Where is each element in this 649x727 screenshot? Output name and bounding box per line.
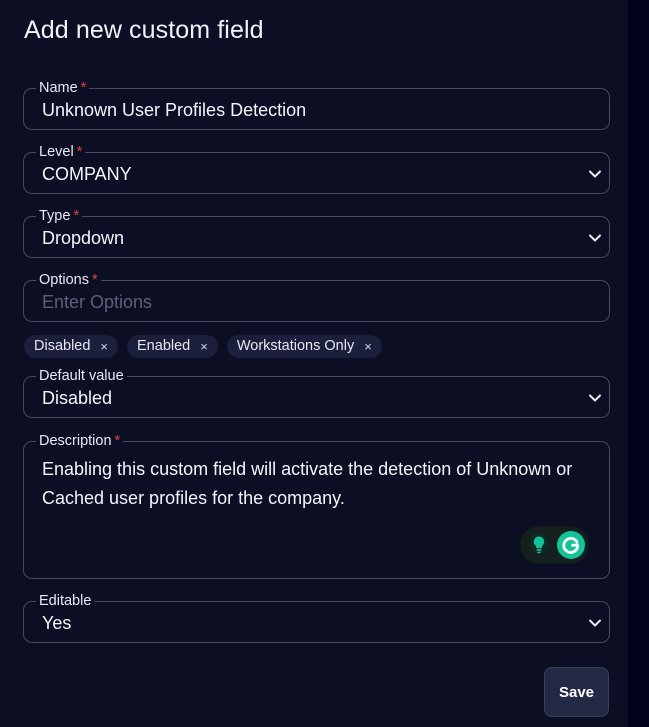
required-mark: * <box>114 433 121 449</box>
close-icon[interactable]: × <box>364 335 372 358</box>
type-select[interactable]: Type * Dropdown <box>23 208 610 258</box>
level-value: COMPANY <box>42 164 132 184</box>
description-textarea[interactable]: Description * Enabling this custom field … <box>23 433 610 579</box>
default-value-label: Default value <box>36 368 127 384</box>
editable-value: Yes <box>42 613 72 633</box>
required-mark: * <box>91 272 98 288</box>
level-label: Level * <box>36 144 86 160</box>
default-value-select[interactable]: Default value Disabled <box>23 368 610 418</box>
grammarly-widget[interactable] <box>520 526 589 564</box>
options-chip-list: Disabled × Enabled × Workstations Only × <box>24 335 382 358</box>
name-field[interactable]: Name * Unknown User Profiles Detection <box>23 80 610 130</box>
option-chip: Enabled × <box>127 335 218 358</box>
default-value-value: Disabled <box>42 388 113 408</box>
close-icon[interactable]: × <box>100 335 108 358</box>
options-placeholder: Enter Options <box>42 292 153 312</box>
name-label: Name * <box>36 80 90 96</box>
required-mark: * <box>73 208 80 224</box>
required-mark: * <box>76 144 83 160</box>
page-background-strip <box>628 0 649 727</box>
description-value: Enabling this custom field will activate… <box>42 459 573 508</box>
close-icon[interactable]: × <box>200 335 208 358</box>
custom-field-dialog: Add new custom field Name * Unknown User … <box>0 0 628 727</box>
description-label: Description * <box>36 433 124 449</box>
chip-label: Workstations Only <box>236 338 355 354</box>
chevron-down-icon[interactable] <box>588 616 602 630</box>
options-label: Options * <box>36 272 101 288</box>
lightbulb-icon[interactable] <box>524 528 554 562</box>
chevron-down-icon[interactable] <box>588 167 602 181</box>
save-button[interactable]: Save <box>544 667 609 717</box>
required-mark: * <box>80 80 87 96</box>
editable-label: Editable <box>36 593 95 609</box>
level-select[interactable]: Level * COMPANY <box>23 144 610 194</box>
chip-label: Disabled <box>34 338 91 354</box>
chip-label: Enabled <box>137 338 191 354</box>
chevron-down-icon[interactable] <box>588 231 602 245</box>
chevron-down-icon[interactable] <box>588 391 602 405</box>
grammarly-g-icon[interactable] <box>556 530 586 560</box>
options-input[interactable]: Options * Enter Options <box>23 272 610 322</box>
option-chip: Workstations Only × <box>226 335 382 358</box>
dialog-title: Add new custom field <box>24 16 264 44</box>
type-label: Type * <box>36 208 83 224</box>
type-value: Dropdown <box>42 228 125 248</box>
name-value: Unknown User Profiles Detection <box>42 100 307 120</box>
option-chip: Disabled × <box>24 335 119 358</box>
editable-select[interactable]: Editable Yes <box>23 593 610 643</box>
